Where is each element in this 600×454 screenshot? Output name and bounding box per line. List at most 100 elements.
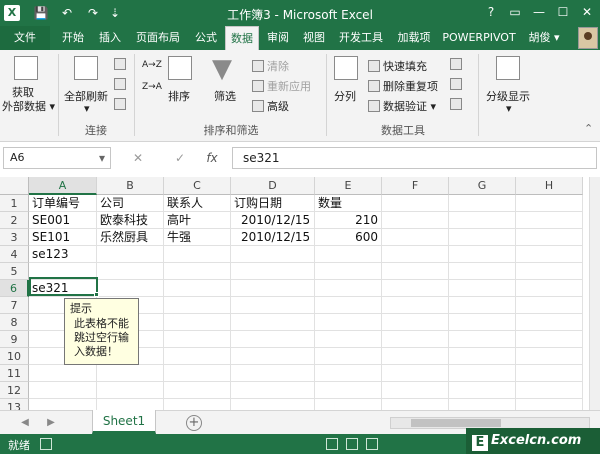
tab-home[interactable]: 开始 [56,26,90,50]
cell-c10[interactable] [164,348,231,365]
column-header-h[interactable]: H [516,177,583,195]
row-header-6[interactable]: 6 [0,280,29,297]
cell-g2[interactable] [449,212,516,229]
outline-dropdown-icon[interactable]: ▾ [506,102,512,115]
tab-file[interactable]: 文件 [0,26,50,50]
next-sheet-icon[interactable]: ▶ [44,415,58,431]
cell-g3[interactable] [449,229,516,246]
cell-d6[interactable] [231,280,315,297]
cell-b12[interactable] [97,382,164,399]
avatar[interactable] [578,27,598,49]
filter-button[interactable]: 筛选 [214,88,236,104]
cell-f13[interactable] [382,399,449,410]
scroll-thumb[interactable] [411,419,501,427]
cell-h13[interactable] [516,399,583,410]
flash-fill-button[interactable]: 快速填充 [368,58,427,74]
tab-addins[interactable]: 加载项 [392,26,436,50]
cell-c3[interactable]: 牛强 [164,229,231,246]
cell-f9[interactable] [382,331,449,348]
cell-a11[interactable] [29,365,97,382]
column-header-f[interactable]: F [382,177,449,195]
cell-h2[interactable] [516,212,583,229]
cell-e8[interactable] [315,314,382,331]
cell-g13[interactable] [449,399,516,410]
cell-e10[interactable] [315,348,382,365]
cell-g5[interactable] [449,263,516,280]
cell-d2[interactable]: 2010/12/15 [231,212,315,229]
cell-a4[interactable]: se123 [29,246,97,263]
cell-h10[interactable] [516,348,583,365]
cell-f5[interactable] [382,263,449,280]
cell-e12[interactable] [315,382,382,399]
data-validation-button[interactable]: 数据验证 ▾ [368,98,436,114]
cell-b3[interactable]: 乐然厨具 [97,229,164,246]
cell-h6[interactable] [516,280,583,297]
tab-review[interactable]: 审阅 [262,26,294,50]
row-header-13[interactable]: 13 [0,399,29,410]
cell-f12[interactable] [382,382,449,399]
cell-e1[interactable]: 数量 [315,195,382,212]
cell-b13[interactable] [97,399,164,410]
cell-a6[interactable]: se321 [29,280,97,297]
cell-g8[interactable] [449,314,516,331]
cell-g11[interactable] [449,365,516,382]
tab-view[interactable]: 视图 [298,26,330,50]
collapse-ribbon-icon[interactable]: ⌃ [584,122,593,135]
cell-h12[interactable] [516,382,583,399]
reapply-button[interactable]: 重新应用 [252,78,311,94]
clear-button[interactable]: 清除 [252,58,289,74]
ribbon-display-icon[interactable]: ▭ [504,2,526,22]
cell-a13[interactable] [29,399,97,410]
cell-f11[interactable] [382,365,449,382]
cell-f1[interactable] [382,195,449,212]
row-header-5[interactable]: 5 [0,263,29,280]
minimize-icon[interactable]: — [528,2,550,22]
cell-f4[interactable] [382,246,449,263]
cell-c7[interactable] [164,297,231,314]
column-header-a[interactable]: A [29,177,97,195]
cell-c11[interactable] [164,365,231,382]
cell-a12[interactable] [29,382,97,399]
cell-d13[interactable] [231,399,315,410]
insert-function-icon[interactable]: fx [202,147,222,169]
enter-icon[interactable]: ✓ [170,147,190,169]
tab-powerpivot[interactable]: POWERPIVOT [440,26,518,50]
cell-g7[interactable] [449,297,516,314]
cell-c12[interactable] [164,382,231,399]
cell-b2[interactable]: 欧泰科技 [97,212,164,229]
cell-g9[interactable] [449,331,516,348]
cell-c1[interactable]: 联系人 [164,195,231,212]
tab-data[interactable]: 数据 [225,26,259,50]
sort-descending-icon[interactable]: Z→A [142,82,162,92]
tab-page-layout[interactable]: 页面布局 [130,26,186,50]
cell-g12[interactable] [449,382,516,399]
cell-d1[interactable]: 订购日期 [231,195,315,212]
cell-d12[interactable] [231,382,315,399]
row-header-3[interactable]: 3 [0,229,29,246]
fill-handle[interactable] [94,292,99,297]
relationships-icon[interactable] [450,98,465,111]
row-header-10[interactable]: 10 [0,348,29,365]
column-header-g[interactable]: G [449,177,516,195]
cell-c9[interactable] [164,331,231,348]
row-header-12[interactable]: 12 [0,382,29,399]
select-all-corner[interactable] [0,177,29,195]
remove-duplicates-button[interactable]: 删除重复项 [368,78,438,94]
column-header-d[interactable]: D [231,177,315,195]
cell-h11[interactable] [516,365,583,382]
cell-f3[interactable] [382,229,449,246]
sort-button[interactable]: 排序 [168,88,190,104]
sort-ascending-icon[interactable]: A→Z [142,60,162,70]
page-break-view-icon[interactable] [366,438,378,450]
formula-input[interactable]: se321 [232,147,597,169]
cell-a3[interactable]: SE101 [29,229,97,246]
add-sheet-icon[interactable]: + [186,415,202,431]
cell-g10[interactable] [449,348,516,365]
get-external-data-button[interactable]: 外部数据 ▾ [2,98,55,114]
cell-g4[interactable] [449,246,516,263]
cell-a5[interactable] [29,263,97,280]
cell-b5[interactable] [97,263,164,280]
row-header-2[interactable]: 2 [0,212,29,229]
advanced-filter-button[interactable]: 高级 [252,98,289,114]
user-name[interactable]: 胡俊 ▾ [524,26,564,50]
